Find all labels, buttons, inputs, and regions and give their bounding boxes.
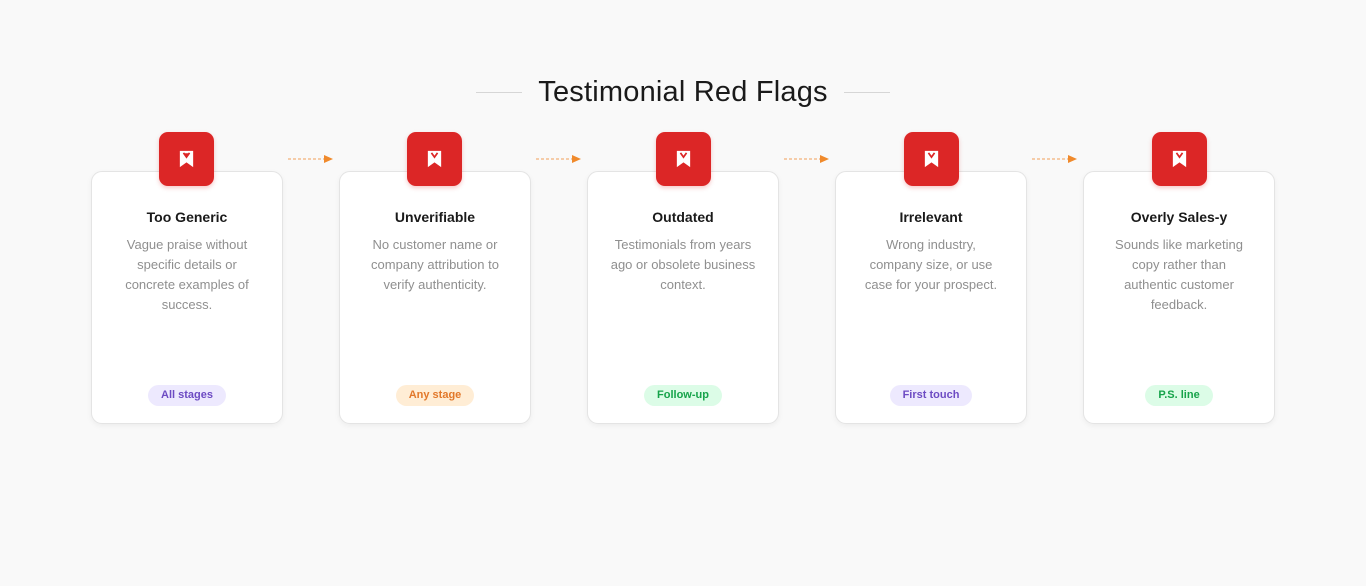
title-divider-left — [476, 91, 523, 93]
card-title: Overly Sales-y — [1130, 209, 1228, 225]
card-overly-salesy: Overly Sales-y Sounds like marketing cop… — [1083, 171, 1275, 424]
card-description: Wrong industry, company size, or use cas… — [864, 237, 998, 292]
bookmark-icon — [159, 132, 214, 186]
card-irrelevant: Irrelevant Wrong industry, company size,… — [835, 171, 1027, 424]
connector-arrow-icon — [536, 155, 581, 163]
card-title: Outdated — [652, 209, 714, 225]
stage-badge: All stages — [148, 385, 226, 406]
card-title: Unverifiable — [394, 209, 476, 225]
connector-arrow-icon — [288, 155, 333, 163]
stage-badge: First touch — [889, 385, 973, 406]
card-description: Vague praise without specific details or… — [125, 237, 249, 312]
title-divider-right — [843, 91, 890, 93]
card-too-generic: Too Generic Vague praise without specifi… — [91, 171, 283, 424]
card-description: No customer name or company attribution … — [371, 237, 499, 292]
title-row: Testimonial Red Flags — [0, 72, 1366, 112]
card-outdated: Outdated Testimonials from years ago or … — [587, 171, 779, 424]
connector-arrow-icon — [1032, 155, 1077, 163]
stage-badge: Any stage — [395, 385, 475, 406]
flow-diagram: Testimonial Red Flags Too Generic Vague … — [0, 0, 1366, 586]
card-title: Irrelevant — [899, 209, 963, 225]
card-description: Testimonials from years ago or obsolete … — [610, 237, 756, 292]
bookmark-icon — [407, 132, 462, 186]
stage-badge: Follow-up — [644, 385, 722, 406]
stage-badge: P.S. line — [1145, 385, 1213, 406]
connector-arrow-icon — [784, 155, 829, 163]
card-description: Sounds like marketing copy rather than a… — [1115, 237, 1243, 312]
page-title: Testimonial Red Flags — [538, 75, 828, 108]
bookmark-icon — [656, 132, 711, 186]
bookmark-icon — [904, 132, 959, 186]
bookmark-icon — [1152, 132, 1207, 186]
card-unverifiable: Unverifiable No customer name or company… — [339, 171, 531, 424]
card-title: Too Generic — [146, 209, 228, 225]
